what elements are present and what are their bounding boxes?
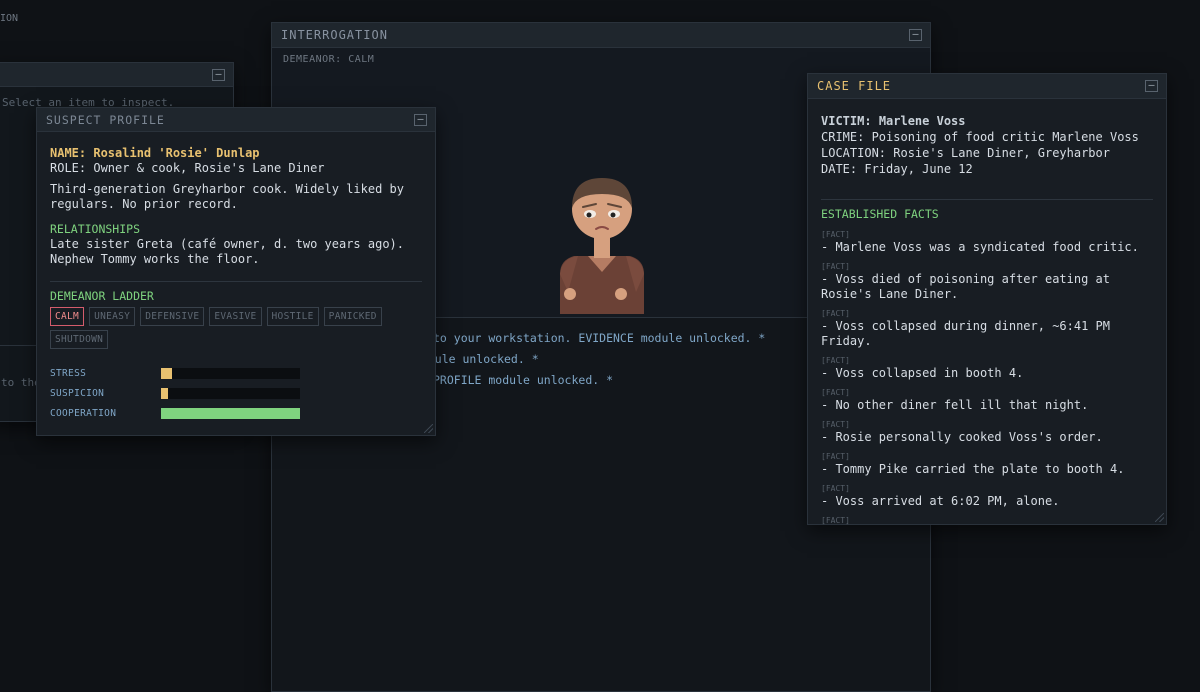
relationships-heading: RELATIONSHIPS [50,222,141,236]
inspect-titlebar[interactable]: – [0,63,233,87]
suspect-portrait [560,178,644,314]
meter-suspicion: SUSPICION [50,383,422,403]
minimize-button[interactable]: – [1145,80,1158,92]
ladder-chip-defensive: DEFENSIVE [140,307,205,326]
resize-handle[interactable] [424,424,433,433]
fact-tag: [FACT] [821,452,850,461]
fact-item[interactable]: - Voss arrived at 6:02 PM, alone. [821,494,1153,509]
meter-label: STRESS [50,367,87,379]
victim-line: VICTIM: Marlene Voss [821,113,1153,129]
demeanor-ladder: CALM UNEASY DEFENSIVE EVASIVE HOSTILE PANICKE… [50,307,390,349]
fact-item[interactable]: - No other diner fell ill that night. [821,398,1153,413]
suspect-profile-title: SUSPECT PROFILE [46,112,165,127]
case-file-title: CASE FILE [817,79,892,93]
suspect-neck [594,238,610,258]
ladder-chip-evasive: EVASIVE [209,307,262,326]
suspect-name: NAME: Rosalind 'Rosie' Dunlap [50,146,260,160]
meter-label: SUSPICION [50,387,105,399]
fact-tag: [FACT] [821,420,850,429]
divider [821,199,1153,200]
meter-stress: STRESS [50,363,422,383]
ladder-chip-panicked: PANICKED [323,307,382,326]
ladder-chip-shutdown: SHUTDOWN [50,330,109,349]
ladder-chip-uneasy: UNEASY [89,307,136,326]
fact-tag: [FACT] [821,230,850,239]
facts-list: [FACT] - Marlene Voss was a syndicated fo… [821,230,1153,526]
crime-line: CRIME: Poisoning of food critic Marlene … [821,130,1139,144]
victim-name: Marlene Voss [878,114,966,128]
corner-label: ION [0,13,19,24]
fact-tag: [FACT] [821,262,850,271]
meter-fill [161,407,300,419]
suspect-meters: STRESS SUSPICION COOPERATION [50,363,422,423]
divider [50,281,422,282]
fact-item[interactable]: - Rosie personally cooked Voss's order. [821,430,1153,445]
relationships-text: Late sister Greta (café owner, d. two ye… [50,237,405,266]
suspect-hand-left [564,288,576,300]
suspect-profile-window: SUSPECT PROFILE – NAME: Rosalind 'Rosie'… [36,107,436,436]
resize-handle[interactable] [1155,513,1164,522]
fact-tag: [FACT] [821,309,850,318]
inspect-lower-text: to the [1,376,41,389]
established-facts-heading: ESTABLISHED FACTS [821,207,939,221]
fact-item[interactable]: - Voss collapsed during dinner, ~6:41 PM… [821,319,1153,349]
case-file-window: CASE FILE – VICTIM: Marlene Voss CRIME: … [807,73,1167,525]
fact-tag: [FACT] [821,484,850,493]
victim-label: VICTIM: [821,114,872,128]
meter-fill [161,367,173,379]
interrogation-titlebar[interactable]: INTERROGATION – [272,23,930,48]
suspect-pupil-right [610,212,616,218]
minimize-button[interactable]: – [212,68,225,81]
case-file-titlebar[interactable]: CASE FILE – [808,74,1166,99]
fact-item[interactable]: - Marlene Voss was a syndicated food cri… [821,240,1153,255]
fact-tag: [FACT] [821,516,850,525]
meter-track [161,407,300,419]
fact-item[interactable]: - Voss died of poisoning after eating at… [821,272,1153,302]
interrogation-title: INTERROGATION [281,28,388,42]
meter-fill [161,387,168,399]
ladder-chip-calm: CALM [50,307,85,326]
fact-tag: [FACT] [821,388,850,397]
fact-tag: [FACT] [821,356,850,365]
suspect-pupil-left [586,212,592,218]
demeanor-ladder-heading: DEMEANOR LADDER [50,289,154,303]
location-line: LOCATION: Rosie's Lane Diner, Greyharbor [821,146,1110,160]
meter-track [161,387,300,399]
minimize-button[interactable]: – [414,113,427,126]
fact-item[interactable]: - Tommy Pike carried the plate to booth … [821,462,1153,477]
meter-label: COOPERATION [50,407,117,419]
suspect-bio: Third-generation Greyharbor cook. Widely… [50,182,405,211]
suspect-role: ROLE: Owner & cook, Rosie's Lane Diner [50,161,325,175]
minimize-button[interactable]: – [909,29,922,41]
inspect-hint: Select an item to inspect. [2,96,175,109]
meter-track [161,367,300,379]
meter-cooperation: COOPERATION [50,403,422,423]
demeanor-status: DEMEANOR: CALM [283,54,375,65]
ladder-chip-hostile: HOSTILE [266,307,319,326]
suspect-hand-right [615,288,627,300]
suspect-profile-titlebar[interactable]: SUSPECT PROFILE – [37,108,435,132]
fact-item[interactable]: - Voss collapsed in booth 4. [821,366,1153,381]
date-line: DATE: Friday, June 12 [821,162,973,176]
